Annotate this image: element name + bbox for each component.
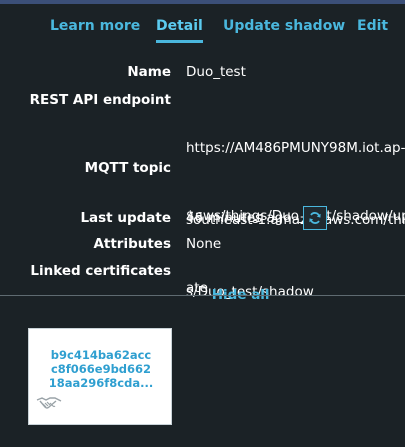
- tab-detail[interactable]: Detail: [156, 18, 203, 43]
- refresh-icon: [309, 212, 321, 224]
- certificate-id-line: 18aa296f8cda...: [48, 376, 154, 390]
- tab-edit[interactable]: Edit: [357, 18, 388, 34]
- handshake-icon: [36, 397, 62, 409]
- rest-endpoint-label: REST API endpoint: [29, 92, 171, 108]
- attributes-label: Attributes: [93, 236, 171, 252]
- tab-learn-more[interactable]: Learn more: [50, 18, 140, 34]
- tab-update-shadow[interactable]: Update shadow: [223, 18, 345, 34]
- detail-tabs: Learn more Detail Update shadow Edit: [0, 18, 405, 44]
- linked-certificates-label: Linked certificates: [30, 263, 171, 279]
- top-strip: [0, 0, 405, 4]
- refresh-button[interactable]: [303, 206, 327, 230]
- certificate-id-line: b9c414ba62acc: [50, 348, 152, 362]
- certificate-id: b9c414ba62acc c8f066e9bd662 18aa296f8cda…: [29, 348, 173, 390]
- name-label: Name: [127, 64, 171, 80]
- attributes-value: None: [186, 236, 222, 252]
- active-tab-underline: [156, 40, 203, 43]
- last-update-value: 46 minutes ago: [186, 210, 292, 226]
- tab-detail-label: Detail: [156, 18, 203, 34]
- section-divider: [0, 295, 405, 296]
- name-value: Duo_test: [186, 64, 246, 80]
- last-update-label: Last update: [80, 210, 171, 226]
- certificate-id-line: c8f066e9bd662: [50, 362, 152, 376]
- certificate-card[interactable]: b9c414ba62acc c8f066e9bd662 18aa296f8cda…: [28, 328, 172, 425]
- mqtt-topic-label: MQTT topic: [84, 160, 171, 176]
